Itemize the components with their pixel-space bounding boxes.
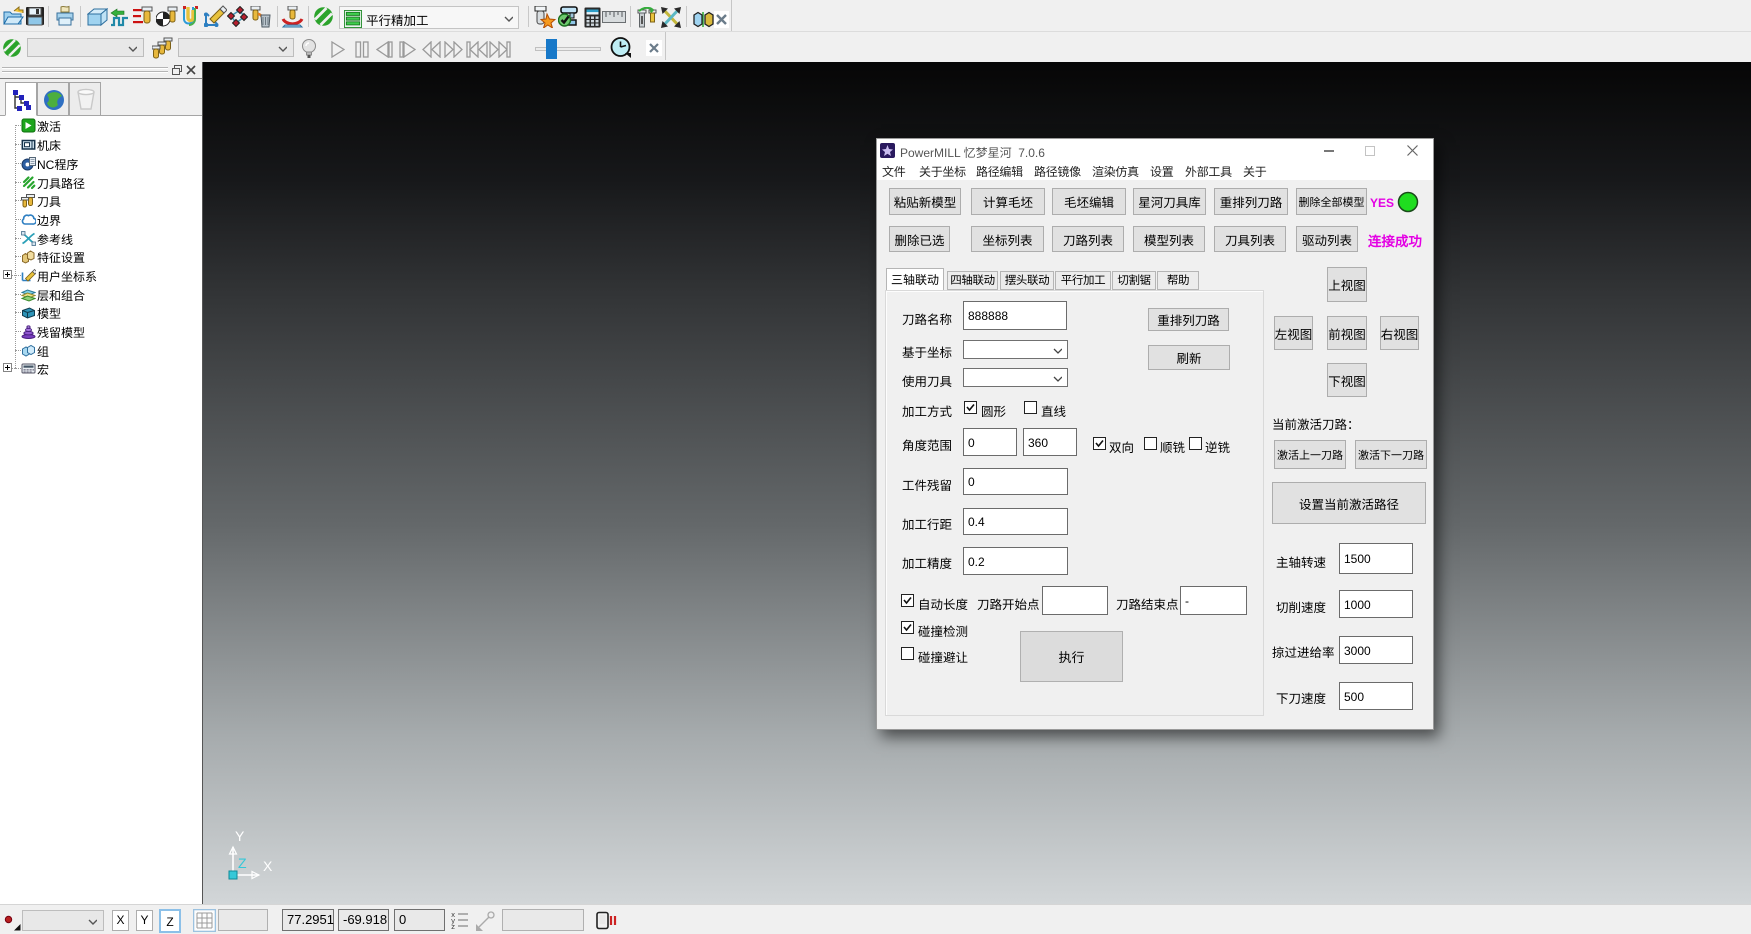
svg-text:Z: Z [238,855,247,871]
svg-text:X: X [263,858,273,874]
svg-text:z: z [451,924,455,931]
svg-text:Y: Y [235,831,245,844]
